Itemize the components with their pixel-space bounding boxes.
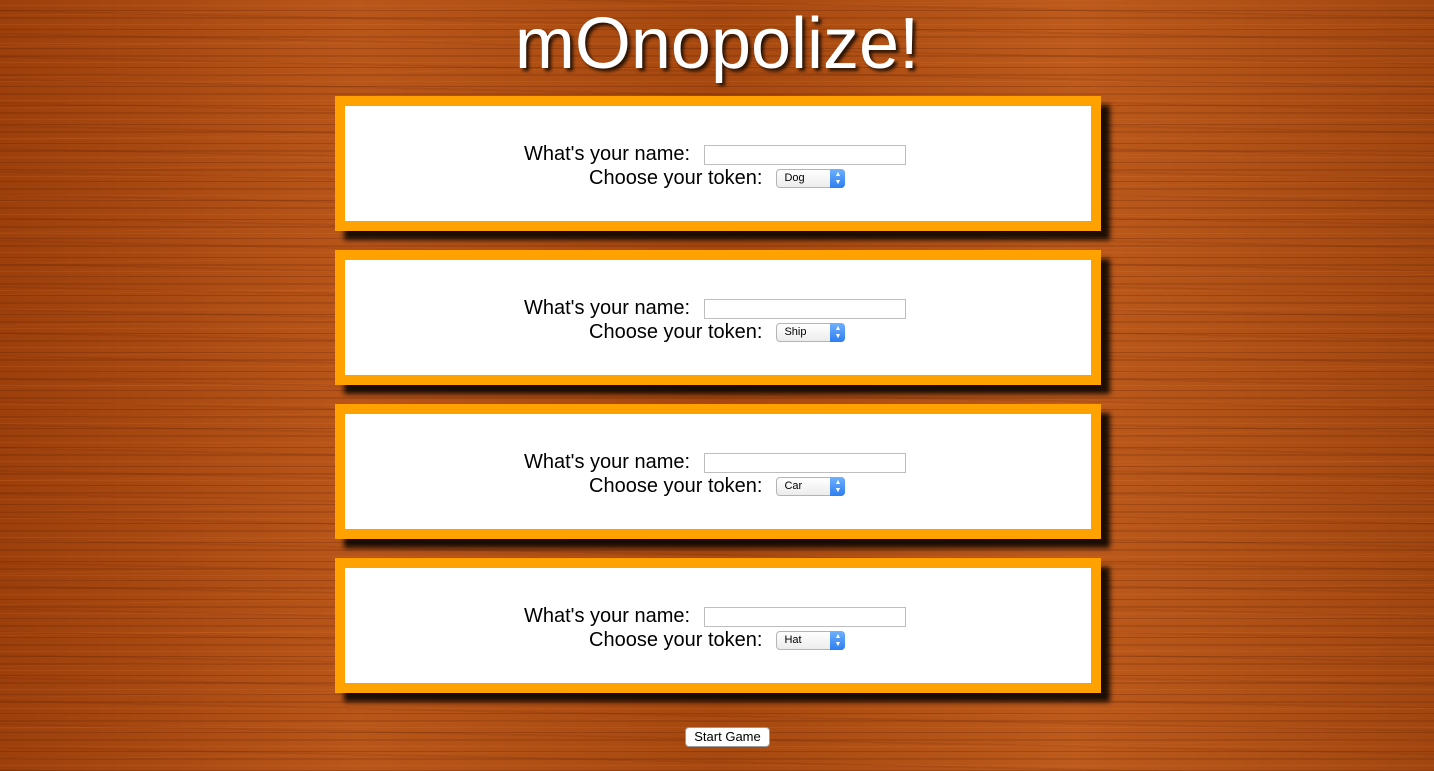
player-card: What's your name: Choose your token: Car ▲… [335,404,1101,539]
token-select-value: Hat [784,634,802,647]
name-input[interactable] [704,606,907,627]
name-row: What's your name: [524,451,907,474]
chevron-updown-icon: ▲ ▼ [830,631,846,651]
token-select-value: Dog [784,172,805,185]
token-select[interactable]: Ship ▲ ▼ [776,323,846,343]
token-row: Choose your token: Ship ▲ ▼ [589,321,846,344]
token-label: Choose your token: [589,167,763,190]
start-game-button[interactable]: Start Game [685,727,770,747]
player-card: What's your name: Choose your token: Ship… [335,250,1101,385]
chevron-updown-icon: ▲ ▼ [830,477,846,497]
token-row: Choose your token: Dog ▲ ▼ [589,167,846,190]
token-select-value: Ship [784,326,807,339]
name-label: What's your name: [524,143,691,166]
token-label: Choose your token: [589,629,763,652]
name-label: What's your name: [524,297,691,320]
token-row: Choose your token: Car ▲ ▼ [589,475,846,498]
token-select[interactable]: Car ▲ ▼ [776,477,846,497]
chevron-updown-icon: ▲ ▼ [830,323,846,343]
name-row: What's your name: [524,605,907,628]
token-select[interactable]: Hat ▲ ▼ [776,631,846,651]
player-card: What's your name: Choose your token: Hat ▲… [335,558,1101,693]
player-card: What's your name: Choose your token: Dog ▲… [335,96,1101,231]
name-row: What's your name: [524,143,907,166]
token-label: Choose your token: [589,475,763,498]
name-input[interactable] [704,144,907,165]
name-row: What's your name: [524,297,907,320]
name-input[interactable] [704,298,907,319]
token-row: Choose your token: Hat ▲ ▼ [589,629,846,652]
name-label: What's your name: [524,451,691,474]
name-label: What's your name: [524,605,691,628]
page-title: mOnopolize! [514,4,920,84]
name-input[interactable] [704,452,907,473]
token-select[interactable]: Dog ▲ ▼ [776,169,846,189]
token-select-value: Car [784,480,803,493]
token-label: Choose your token: [589,321,763,344]
chevron-updown-icon: ▲ ▼ [830,169,846,189]
